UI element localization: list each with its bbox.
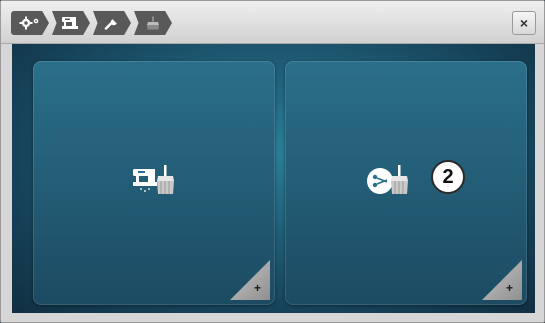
breadcrumb-tools[interactable]	[93, 11, 131, 35]
tile-expand-corner[interactable]: +	[230, 260, 270, 300]
machine-cleaning-icon	[133, 165, 174, 194]
breadcrumb-cleaning[interactable]	[134, 11, 172, 35]
cleaning-screen: × + 2 +	[0, 0, 545, 323]
corner-triangle	[230, 260, 270, 300]
hook-cleaning-tile[interactable]: 2 +	[285, 61, 527, 305]
tile-expand-corner[interactable]: +	[482, 260, 522, 300]
plus-icon: +	[253, 281, 261, 295]
cleaning-brush-icon	[147, 16, 159, 30]
plus-icon: +	[505, 281, 513, 295]
close-button[interactable]: ×	[512, 11, 536, 35]
sewing-machine-icon	[62, 17, 78, 29]
main-content: + 2 +	[12, 44, 535, 313]
breadcrumb-machine[interactable]	[52, 11, 90, 35]
breadcrumb-settings[interactable]	[11, 11, 49, 35]
machine-cleaning-tile[interactable]: +	[33, 61, 275, 305]
wrench-icon	[104, 19, 117, 30]
breadcrumb	[11, 11, 175, 35]
step-badge: 2	[431, 160, 465, 194]
corner-triangle	[482, 260, 522, 300]
top-bar: ×	[1, 1, 544, 44]
hook-cleaning-icon	[367, 165, 408, 194]
settings-icon	[19, 16, 39, 30]
